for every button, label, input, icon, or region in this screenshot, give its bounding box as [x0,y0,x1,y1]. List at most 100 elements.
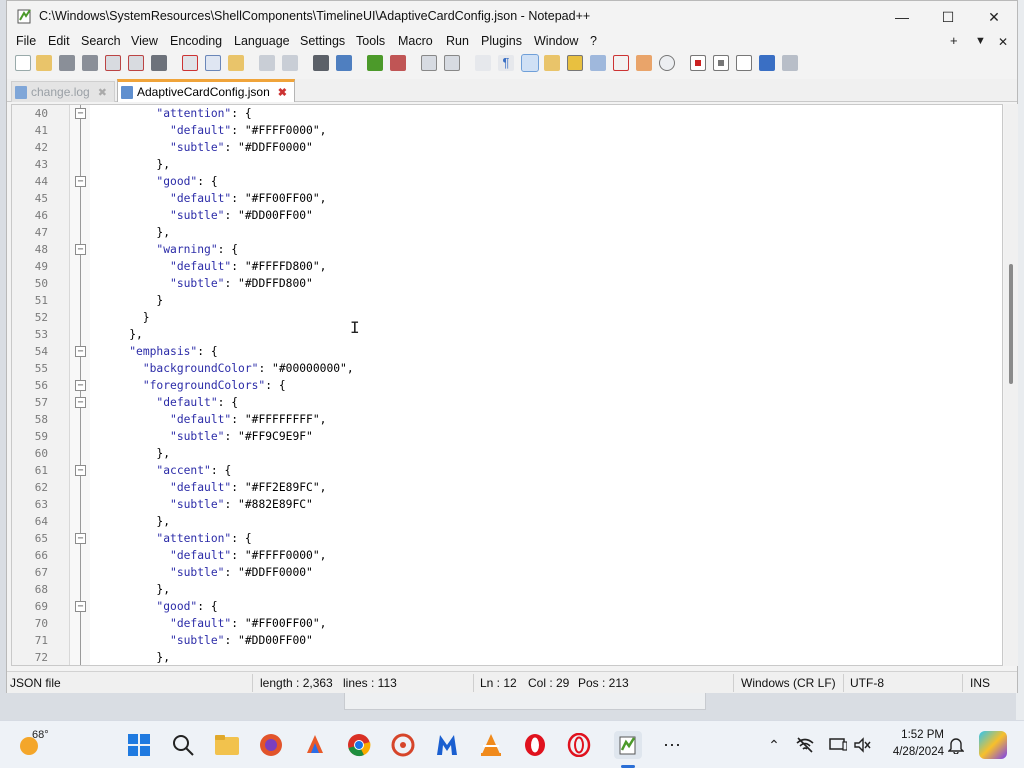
code-line[interactable]: 53 }, [12,326,1002,343]
menu-view[interactable]: View [131,34,158,48]
save-macro-icon[interactable] [782,55,798,71]
code-line[interactable]: 55 "backgroundColor": "#00000000", [12,360,1002,377]
redo-icon[interactable] [282,55,298,71]
code-line[interactable]: 51 } [12,292,1002,309]
code-line[interactable]: 63 "subtle": "#882E89FC" [12,496,1002,513]
record-macro-icon[interactable] [690,55,706,71]
clock-date[interactable]: 4/28/2024 [880,746,944,758]
scrollbar-thumb[interactable] [1009,264,1013,384]
menu-settings[interactable]: Settings [300,34,345,48]
code-line[interactable]: 47 }, [12,224,1002,241]
tab-adaptivecardconfig[interactable]: AdaptiveCardConfig.json ✖ [117,79,295,102]
code-line[interactable]: 60 }, [12,445,1002,462]
fold-toggle-icon[interactable]: − [75,397,86,408]
code-line[interactable]: 48 − "warning": { [12,241,1002,258]
menu-help[interactable]: ? [590,34,597,48]
code-line[interactable]: 57 − "default": { [12,394,1002,411]
code-line[interactable]: 62 "default": "#FF2E89FC", [12,479,1002,496]
zoom-out-icon[interactable] [390,55,406,71]
opera-gx-icon[interactable] [567,733,591,757]
code-line[interactable]: 66 "default": "#FFFF0000", [12,547,1002,564]
fold-toggle-icon[interactable]: − [75,108,86,119]
minimize-button[interactable]: — [879,1,925,33]
code-line[interactable]: 68 }, [12,581,1002,598]
opera-icon[interactable] [523,733,547,757]
clock-time[interactable]: 1:52 PM [890,729,944,741]
code-line[interactable]: 59 "subtle": "#FF9C9E9F" [12,428,1002,445]
more-icon[interactable]: ⋯ [660,733,684,757]
find-icon[interactable] [313,55,329,71]
copilot-icon[interactable] [979,731,1007,759]
code-line[interactable]: 72 }, [12,649,1002,665]
replace-icon[interactable] [336,55,352,71]
doc-list-icon[interactable] [590,55,606,71]
code-line[interactable]: 58 "default": "#FFFFFFFF", [12,411,1002,428]
close-file-icon[interactable] [105,55,121,71]
menu-encoding[interactable]: Encoding [170,34,222,48]
cut-icon[interactable] [182,55,198,71]
close-icon[interactable]: ✖ [278,86,287,99]
menu-tools[interactable]: Tools [356,34,385,48]
display-icon[interactable] [826,733,850,757]
fold-toggle-icon[interactable]: − [75,244,86,255]
code-line[interactable]: 61 − "accent": { [12,462,1002,479]
run-macro-multiple-icon[interactable] [759,55,775,71]
app-icon-2[interactable] [391,733,415,757]
print-icon[interactable] [151,55,167,71]
code-line[interactable]: 65 − "attention": { [12,530,1002,547]
undo-icon[interactable] [259,55,275,71]
code-line[interactable]: 49 "default": "#FFFFD800", [12,258,1002,275]
menu-run[interactable]: Run [446,34,469,48]
fold-toggle-icon[interactable]: − [75,176,86,187]
tab-list-dropdown-icon[interactable]: ▼ [975,35,986,47]
fold-toggle-icon[interactable]: − [75,465,86,476]
chrome-icon[interactable] [347,733,371,757]
code-line[interactable]: 64 }, [12,513,1002,530]
stop-macro-icon[interactable] [713,55,729,71]
close-all-icon[interactable] [128,55,144,71]
code-line[interactable]: 44 − "good": { [12,173,1002,190]
doc-map-icon[interactable] [567,55,583,71]
folder-as-workspace-icon[interactable] [636,55,652,71]
code-line[interactable]: 50 "subtle": "#DDFFD800" [12,275,1002,292]
menu-macro[interactable]: Macro [398,34,433,48]
code-line[interactable]: 52 } [12,309,1002,326]
close-icon[interactable]: ✖ [98,86,107,99]
fold-toggle-icon[interactable]: − [75,346,86,357]
code-editor[interactable]: 40 − "attention": {41 "default": "#FFFF00… [11,104,1003,666]
code-line[interactable]: 70 "default": "#FF00FF00", [12,615,1002,632]
copy-icon[interactable] [205,55,221,71]
vlc-icon[interactable] [479,733,503,757]
firefox-icon[interactable] [259,733,283,757]
paste-icon[interactable] [228,55,244,71]
tab-change-log[interactable]: change.log ✖ [11,81,115,102]
menu-search[interactable]: Search [81,34,121,48]
code-line[interactable]: 54 − "emphasis": { [12,343,1002,360]
menu-plugins[interactable]: Plugins [481,34,522,48]
show-all-characters-icon[interactable]: ¶ [498,55,514,71]
fold-toggle-icon[interactable]: − [75,380,86,391]
notification-bell-icon[interactable] [944,733,968,757]
function-list-icon[interactable] [613,55,629,71]
code-line[interactable]: 45 "default": "#FF00FF00", [12,190,1002,207]
fold-toggle-icon[interactable]: − [75,601,86,612]
menu-file[interactable]: File [16,34,36,48]
code-line[interactable]: 46 "subtle": "#DD00FF00" [12,207,1002,224]
code-line[interactable]: 67 "subtle": "#DDFF0000" [12,564,1002,581]
sync-horizontal-icon[interactable] [444,55,460,71]
code-line[interactable]: 43 }, [12,156,1002,173]
code-line[interactable]: 56 − "foregroundColors": { [12,377,1002,394]
zoom-in-icon[interactable] [367,55,383,71]
malwarebytes-icon[interactable] [435,733,459,757]
start-icon[interactable] [127,733,151,757]
close-tab-button[interactable]: ✕ [998,35,1008,49]
udl-icon[interactable] [544,55,560,71]
code-line[interactable]: 41 "default": "#FFFF0000", [12,122,1002,139]
save-all-icon[interactable] [82,55,98,71]
monitoring-icon[interactable] [659,55,675,71]
close-window-button[interactable]: ✕ [971,1,1017,33]
add-new-tab-button[interactable]: + [950,33,958,48]
menu-edit[interactable]: Edit [48,34,70,48]
speaker-muted-icon[interactable] [850,733,874,757]
code-line[interactable]: 42 "subtle": "#DDFF0000" [12,139,1002,156]
